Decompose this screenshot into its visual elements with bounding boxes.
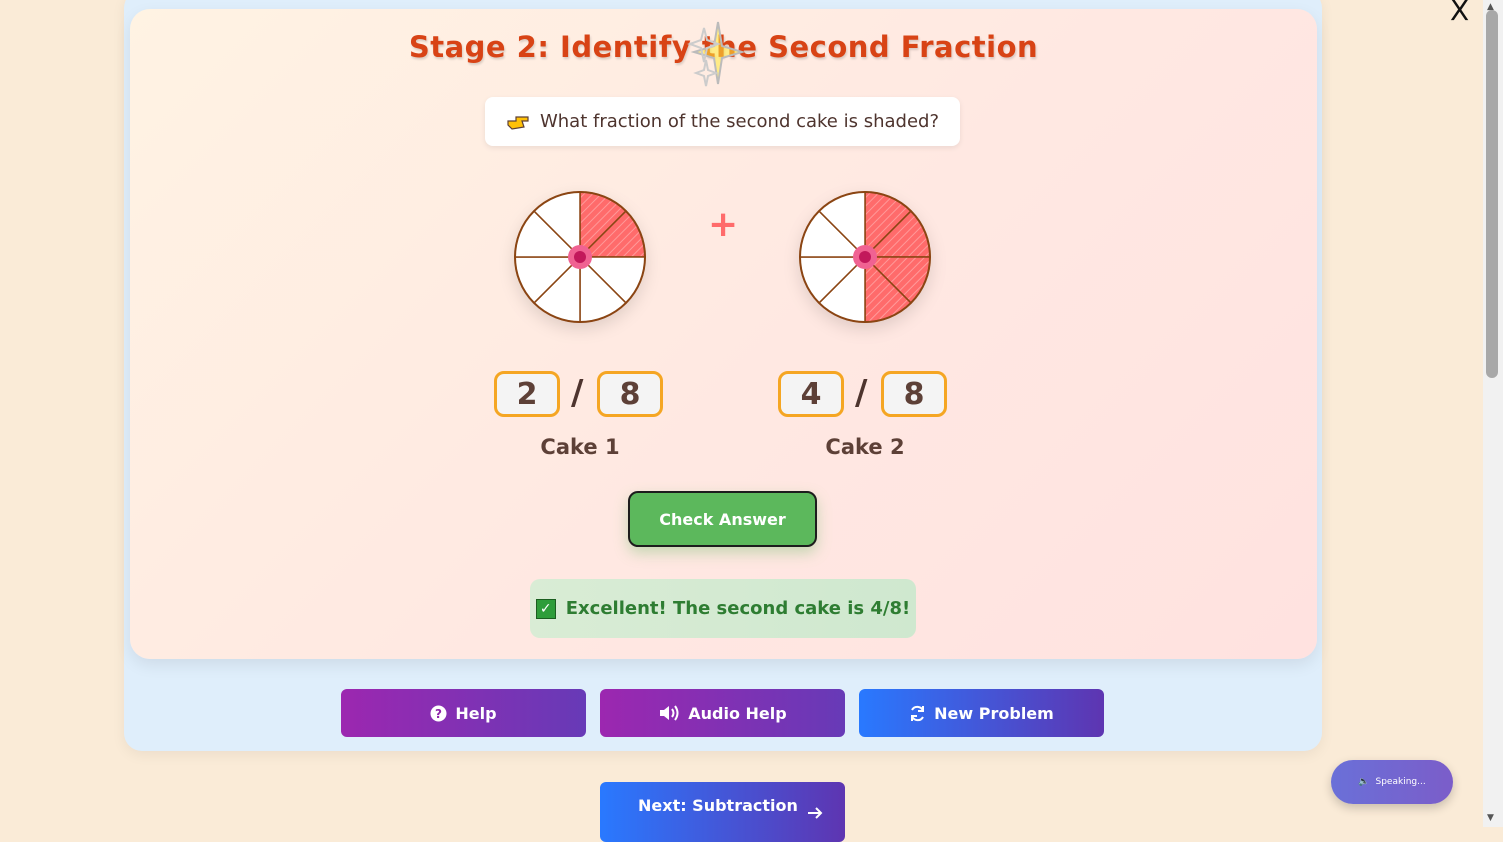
fraction-slash: / [855, 373, 868, 413]
audio-help-label: Audio Help [688, 703, 787, 723]
cake-2-svg [799, 191, 931, 323]
pointing-hand-icon [507, 115, 529, 130]
cake-1-pie [512, 189, 648, 325]
help-button[interactable]: ? Help [341, 689, 586, 737]
feedback-message: ✓ Excellent! The second cake is 4/8! [530, 579, 916, 638]
cake-2-denominator-input[interactable]: 8 [881, 371, 947, 417]
cake-2-numerator-input[interactable]: 4 [778, 371, 844, 417]
cake-1-label: Cake 1 [540, 435, 620, 459]
speaker-icon [660, 705, 679, 721]
speaking-indicator[interactable]: 🔈 Speaking... [1331, 760, 1453, 804]
speaking-label: Speaking... [1375, 777, 1426, 787]
cake-2-label: Cake 2 [825, 435, 905, 459]
new-problem-button[interactable]: New Problem [859, 689, 1104, 737]
speaker-small-icon: 🔈 [1358, 777, 1370, 787]
cake-center-dot [859, 251, 871, 263]
cake-1-numerator-input[interactable]: 2 [494, 371, 560, 417]
arrow-right-icon [808, 807, 823, 819]
question-prompt: What fraction of the second cake is shad… [485, 97, 960, 146]
check-box-icon: ✓ [535, 598, 556, 619]
close-button[interactable]: X [1450, 0, 1469, 27]
next-button-label: Next: Subtraction [638, 796, 798, 815]
audio-help-button[interactable]: Audio Help [600, 689, 845, 737]
cake-2-pie [797, 189, 933, 325]
question-circle-icon: ? [430, 705, 447, 721]
prompt-text: What fraction of the second cake is shad… [539, 111, 940, 132]
scrollbar-thumb[interactable] [1486, 10, 1498, 378]
svg-text:?: ? [435, 707, 442, 721]
feedback-text: Excellent! The second cake is 4/8! [565, 598, 911, 619]
check-answer-button[interactable]: Check Answer [628, 491, 817, 547]
cake-1-svg [514, 191, 646, 323]
cake-center-dot [574, 251, 586, 263]
scroll-down-arrow-icon[interactable]: ▼ [1487, 813, 1494, 823]
sparkle-icon [687, 21, 746, 87]
new-problem-label: New Problem [934, 703, 1054, 723]
fraction-slash: / [571, 373, 584, 413]
help-label: Help [455, 703, 497, 723]
refresh-icon [911, 705, 925, 721]
plus-operator: + [708, 204, 739, 245]
cake-1-denominator-input[interactable]: 8 [597, 371, 663, 417]
next-subtraction-button[interactable]: Next: Subtraction [600, 782, 845, 842]
